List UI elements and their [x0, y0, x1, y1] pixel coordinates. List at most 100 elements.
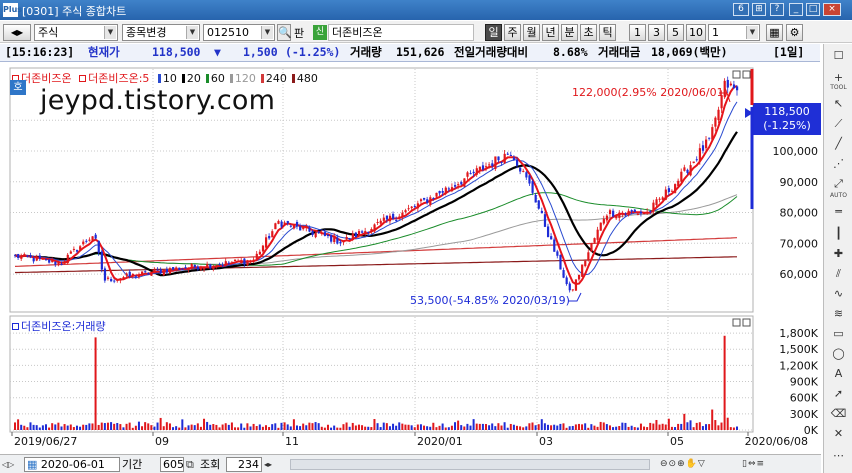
count-input[interactable]: 1 ▼: [708, 24, 760, 41]
more-tools-icon[interactable]: ⋯: [827, 446, 850, 466]
scrollbar-track[interactable]: [290, 459, 650, 470]
period-button-tick[interactable]: 틱: [599, 24, 616, 41]
candle-body: [537, 200, 540, 209]
vertical-line-icon[interactable]: ┃: [827, 224, 850, 244]
market-select[interactable]: 주식 ▼: [34, 24, 118, 41]
volume-bar: [438, 425, 441, 430]
ma-legend-swatch[interactable]: [157, 74, 161, 83]
candle-body: [14, 254, 17, 256]
minimize-button[interactable]: _: [789, 3, 803, 16]
period-button-month[interactable]: 월: [523, 24, 540, 41]
candle-body: [57, 262, 60, 265]
prev-next-stock-arrows[interactable]: ◀▶: [3, 24, 31, 41]
candle-body: [621, 212, 624, 214]
candle-body: [426, 199, 429, 203]
arrow-icon[interactable]: ➚: [827, 384, 850, 404]
candle-body: [605, 215, 609, 221]
zoom-icons[interactable]: ⊖⊙⊕✋▽: [660, 457, 706, 472]
search-icon[interactable]: 🔍: [277, 24, 292, 41]
help-icon[interactable]: ?: [770, 3, 784, 16]
period-button-second[interactable]: 초: [580, 24, 597, 41]
volume-bar: [723, 335, 726, 430]
volume-bar: [515, 425, 518, 430]
trendline-icon[interactable]: ⟋: [827, 114, 850, 134]
lock-badge[interactable]: 호: [10, 80, 26, 95]
fan-icon[interactable]: ⋰: [827, 154, 850, 174]
date-input[interactable]: ▦ 2020-06-01: [24, 457, 120, 472]
candle-body: [339, 241, 342, 244]
close-button[interactable]: ×: [823, 3, 841, 16]
horizontal-line-icon[interactable]: ═: [827, 202, 850, 222]
text-icon[interactable]: A: [827, 364, 850, 384]
period-button-minute[interactable]: 분: [561, 24, 578, 41]
crosshair-icon[interactable]: ✚: [827, 244, 850, 264]
count-button-5[interactable]: 5: [667, 24, 684, 41]
ma-legend-swatch[interactable]: [205, 74, 209, 83]
rectangle-icon[interactable]: ▭: [827, 324, 850, 344]
stock-code-input[interactable]: 012510 ▼: [203, 24, 275, 41]
legend-checkbox[interactable]: [79, 75, 87, 82]
fibonacci-icon[interactable]: ≋: [827, 304, 850, 324]
candle-body: [695, 159, 698, 161]
ma-legend-swatch[interactable]: [260, 74, 264, 83]
ma-legend-swatch[interactable]: [181, 74, 185, 83]
channel-icon[interactable]: ⫽: [827, 264, 850, 284]
volume-bar: [41, 425, 44, 430]
maximize-button[interactable]: □: [806, 3, 820, 16]
expand-icon[interactable]: ☐: [827, 46, 850, 66]
volume-bar: [48, 427, 51, 430]
candle-body: [615, 215, 618, 219]
spin-icon[interactable]: ◂▸: [264, 457, 272, 472]
auto-draw-icon[interactable]: ⤢: [827, 174, 850, 194]
stock-name-field: 더존비즈온: [328, 24, 474, 41]
pattern-icon[interactable]: ∿: [827, 284, 850, 304]
navigation-icons[interactable]: ▯⇔≡: [742, 457, 765, 472]
volume-bar: [633, 427, 636, 430]
candle-body: [271, 231, 274, 238]
ma-legend-swatch[interactable]: [291, 74, 295, 83]
volume-bar: [423, 425, 426, 430]
erase-icon[interactable]: ⌫: [827, 404, 850, 424]
window-badge[interactable]: 6: [733, 3, 749, 16]
window-title: [0301] 주식 종합차트: [22, 5, 127, 18]
candle-body: [689, 165, 692, 176]
volume-bar: [729, 427, 732, 430]
quote-bar: [15:16:23] 현재가 118,500 ▼ 1,500 (-1.25%) …: [0, 44, 820, 62]
price-volume-chart[interactable]: 110,000100,00090,00080,00070,00060,0001,…: [0, 63, 821, 473]
delete-icon[interactable]: ✕: [827, 424, 850, 444]
volume-bar: [258, 424, 261, 430]
period-button-week[interactable]: 주: [504, 24, 521, 41]
period-button-day[interactable]: 일: [485, 24, 502, 41]
period-input[interactable]: 605: [160, 457, 184, 472]
chart-area[interactable]: 110,000100,00090,00080,00070,00060,0001,…: [0, 63, 821, 473]
candle-body: [565, 277, 568, 285]
volume-bar: [357, 424, 360, 430]
count-button-1[interactable]: 1: [629, 24, 646, 41]
ellipse-icon[interactable]: ◯: [827, 344, 850, 364]
volume-bar: [720, 422, 723, 430]
ma-legend-swatch[interactable]: [229, 74, 233, 83]
candle-body: [41, 258, 45, 260]
candle-body: [206, 264, 209, 268]
count-button-3[interactable]: 3: [648, 24, 665, 41]
scroll-left-right-icon[interactable]: ◁▷: [2, 457, 14, 472]
view-input[interactable]: 234: [226, 457, 262, 472]
volume-bar: [196, 423, 199, 430]
cursor-icon[interactable]: ↖: [827, 94, 850, 114]
volume-bar: [701, 426, 704, 430]
period-button-year[interactable]: 년: [542, 24, 559, 41]
settings-icon[interactable]: ⚙: [786, 24, 803, 41]
volume-bar: [534, 425, 537, 430]
stock-change-select[interactable]: 종목변경 ▼: [122, 24, 200, 41]
count-button-10[interactable]: 10: [686, 24, 706, 41]
candle-body: [367, 231, 370, 234]
pin-icon[interactable]: ⊞: [752, 3, 766, 16]
grid-icon[interactable]: ▦: [766, 24, 783, 41]
legend-checkbox[interactable]: [12, 323, 19, 330]
candle-body: [274, 223, 277, 230]
refresh-icon[interactable]: ⧉: [186, 457, 194, 472]
candle-body: [392, 213, 395, 219]
line-icon[interactable]: ╱: [827, 134, 850, 154]
price-legend: 더존비즈온 더존비즈온:5 10 20 60 120 240 480: [12, 70, 318, 86]
legend-ma5: 더존비즈온:5: [88, 72, 150, 85]
